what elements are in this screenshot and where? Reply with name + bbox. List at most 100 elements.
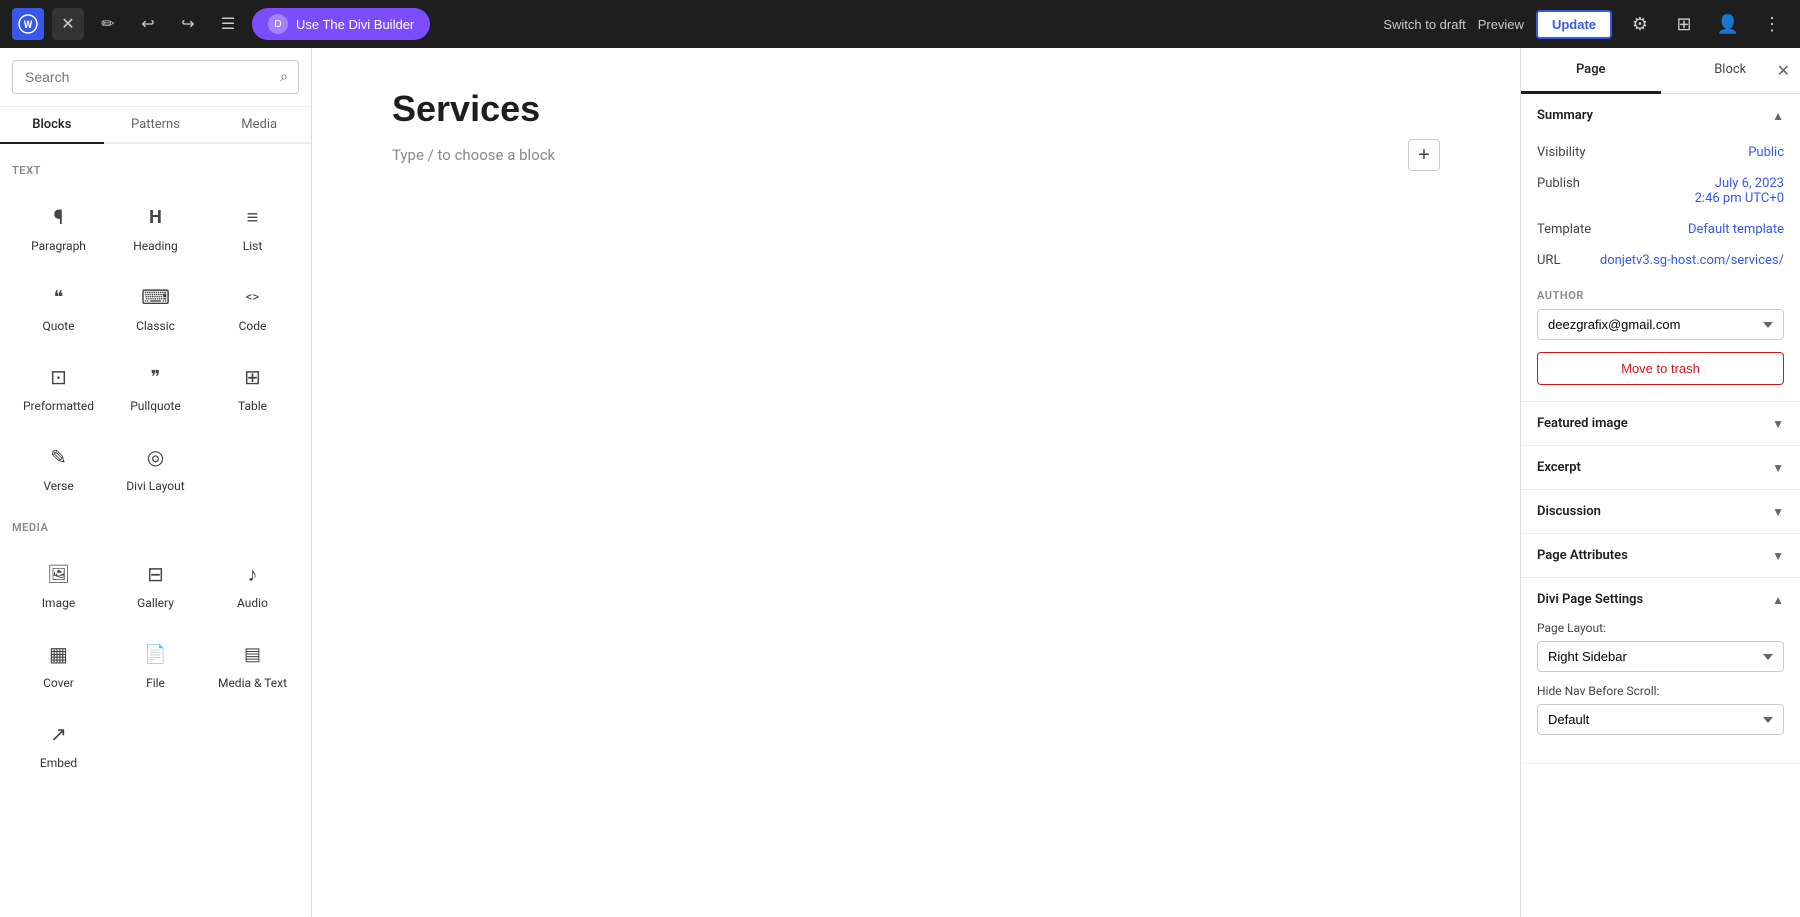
publish-row: Publish July 6, 2023 2:46 pm UTC+0 xyxy=(1537,168,1784,214)
block-quote[interactable]: Quote xyxy=(12,269,105,345)
excerpt-header[interactable]: Excerpt ▼ xyxy=(1521,446,1800,489)
excerpt-title: Excerpt xyxy=(1537,460,1581,475)
url-value[interactable]: donjetv3.sg-host.com/services/ xyxy=(1600,253,1784,268)
edit-button[interactable]: ✏ xyxy=(92,8,124,40)
tab-patterns[interactable]: Patterns xyxy=(104,107,208,144)
quote-icon xyxy=(43,281,75,313)
summary-section-header[interactable]: Summary ▲ xyxy=(1521,94,1800,137)
blocks-list: TEXT Paragraph Heading List Quote xyxy=(0,144,311,917)
page-layout-select[interactable]: Right Sidebar xyxy=(1537,641,1784,672)
verse-icon xyxy=(43,441,75,473)
divi-icon: D xyxy=(268,14,288,34)
url-label: URL xyxy=(1537,253,1560,268)
block-gallery-label: Gallery xyxy=(137,596,174,610)
discussion-section: Discussion ▼ xyxy=(1521,490,1800,534)
options-button[interactable]: ⋮ xyxy=(1756,8,1788,40)
block-list-label: List xyxy=(243,239,263,253)
block-list[interactable]: List xyxy=(206,189,299,265)
block-divi-layout[interactable]: Divi Layout xyxy=(109,429,202,505)
file-icon xyxy=(140,638,172,670)
blocks-tabs: Blocks Patterns Media xyxy=(0,107,311,144)
page-attributes-chevron-icon: ▼ xyxy=(1772,549,1784,563)
close-button[interactable]: ✕ xyxy=(52,8,84,40)
block-media-text-label: Media & Text xyxy=(218,676,287,690)
hide-nav-select[interactable]: Default xyxy=(1537,704,1784,735)
right-panel: Page Block ✕ Summary ▲ Visibility Public… xyxy=(1520,48,1800,917)
block-image-label: Image xyxy=(42,596,75,610)
page-attributes-header[interactable]: Page Attributes ▼ xyxy=(1521,534,1800,577)
preview-button[interactable]: Preview xyxy=(1478,17,1524,32)
divi-settings-chevron-icon: ▲ xyxy=(1772,593,1784,607)
block-verse[interactable]: Verse xyxy=(12,429,105,505)
block-embed[interactable]: Embed xyxy=(12,706,105,782)
update-button[interactable]: Update xyxy=(1536,10,1612,39)
settings-toggle-button[interactable]: ⚙ xyxy=(1624,8,1656,40)
block-classic[interactable]: Classic xyxy=(109,269,202,345)
add-block-button[interactable]: + xyxy=(1408,139,1440,171)
block-pullquote[interactable]: Pullquote xyxy=(109,349,202,425)
block-paragraph-label: Paragraph xyxy=(31,239,86,253)
classic-icon xyxy=(140,281,172,313)
block-preformatted[interactable]: Preformatted xyxy=(12,349,105,425)
visibility-row: Visibility Public xyxy=(1537,137,1784,168)
divi-button-label: Use The Divi Builder xyxy=(296,17,414,32)
divi-settings-header[interactable]: Divi Page Settings ▲ xyxy=(1521,578,1800,621)
switch-to-draft-button[interactable]: Switch to draft xyxy=(1383,17,1465,32)
divi-settings-title: Divi Page Settings xyxy=(1537,592,1643,607)
summary-chevron-icon: ▲ xyxy=(1772,109,1784,123)
summary-section: Summary ▲ Visibility Public Publish July… xyxy=(1521,94,1800,402)
block-cover[interactable]: Cover xyxy=(12,626,105,702)
editor-area: Type / to choose a block + xyxy=(312,48,1520,917)
user-button[interactable]: 👤 xyxy=(1712,8,1744,40)
block-media-text[interactable]: Media & Text xyxy=(206,626,299,702)
search-input[interactable] xyxy=(13,61,298,93)
search-input-wrap: ⌕ xyxy=(12,60,299,94)
visibility-value[interactable]: Public xyxy=(1748,145,1784,160)
block-pullquote-label: Pullquote xyxy=(130,399,181,413)
summary-title: Summary xyxy=(1537,108,1593,123)
block-embed-label: Embed xyxy=(40,756,77,770)
url-row: URL donjetv3.sg-host.com/services/ xyxy=(1537,245,1784,276)
block-heading[interactable]: Heading xyxy=(109,189,202,265)
divi-builder-button[interactable]: D Use The Divi Builder xyxy=(252,8,430,40)
divi-settings-content: Page Layout: Right Sidebar Hide Nav Befo… xyxy=(1521,621,1800,763)
right-panel-tabs: Page Block ✕ xyxy=(1521,48,1800,94)
table-icon xyxy=(237,361,269,393)
block-image[interactable]: Image xyxy=(12,546,105,622)
heading-icon xyxy=(140,201,172,233)
tab-blocks[interactable]: Blocks xyxy=(0,107,104,144)
pullquote-icon xyxy=(140,361,172,393)
page-title-input[interactable] xyxy=(392,88,1440,130)
tools-button[interactable]: ⊞ xyxy=(1668,8,1700,40)
discussion-header[interactable]: Discussion ▼ xyxy=(1521,490,1800,533)
list-view-button[interactable]: ☰ xyxy=(212,8,244,40)
divi-layout-icon xyxy=(140,441,172,473)
discussion-title: Discussion xyxy=(1537,504,1601,519)
publish-value[interactable]: July 6, 2023 2:46 pm UTC+0 xyxy=(1695,176,1784,206)
media-text-icon xyxy=(237,638,269,670)
undo-button[interactable]: ↩ xyxy=(132,8,164,40)
move-to-trash-button[interactable]: Move to trash xyxy=(1537,352,1784,385)
redo-button[interactable]: ↪ xyxy=(172,8,204,40)
block-placeholder[interactable]: Type / to choose a block xyxy=(392,146,555,164)
page-attributes-title: Page Attributes xyxy=(1537,548,1628,563)
block-cover-label: Cover xyxy=(43,676,74,690)
block-table[interactable]: Table xyxy=(206,349,299,425)
author-select[interactable]: deezgrafix@gmail.com xyxy=(1537,309,1784,340)
cover-icon xyxy=(43,638,75,670)
hide-nav-label: Hide Nav Before Scroll: xyxy=(1537,684,1784,698)
block-file[interactable]: File xyxy=(109,626,202,702)
wp-logo: W xyxy=(12,8,44,40)
template-label: Template xyxy=(1537,222,1591,237)
block-audio[interactable]: Audio xyxy=(206,546,299,622)
excerpt-chevron-icon: ▼ xyxy=(1772,461,1784,475)
tab-media[interactable]: Media xyxy=(207,107,311,144)
template-value[interactable]: Default template xyxy=(1688,222,1784,237)
block-code[interactable]: Code xyxy=(206,269,299,345)
featured-image-header[interactable]: Featured image ▼ xyxy=(1521,402,1800,445)
tab-page[interactable]: Page xyxy=(1521,48,1661,94)
block-quote-label: Quote xyxy=(42,319,74,333)
close-panel-button[interactable]: ✕ xyxy=(1777,61,1790,81)
block-paragraph[interactable]: Paragraph xyxy=(12,189,105,265)
block-gallery[interactable]: Gallery xyxy=(109,546,202,622)
